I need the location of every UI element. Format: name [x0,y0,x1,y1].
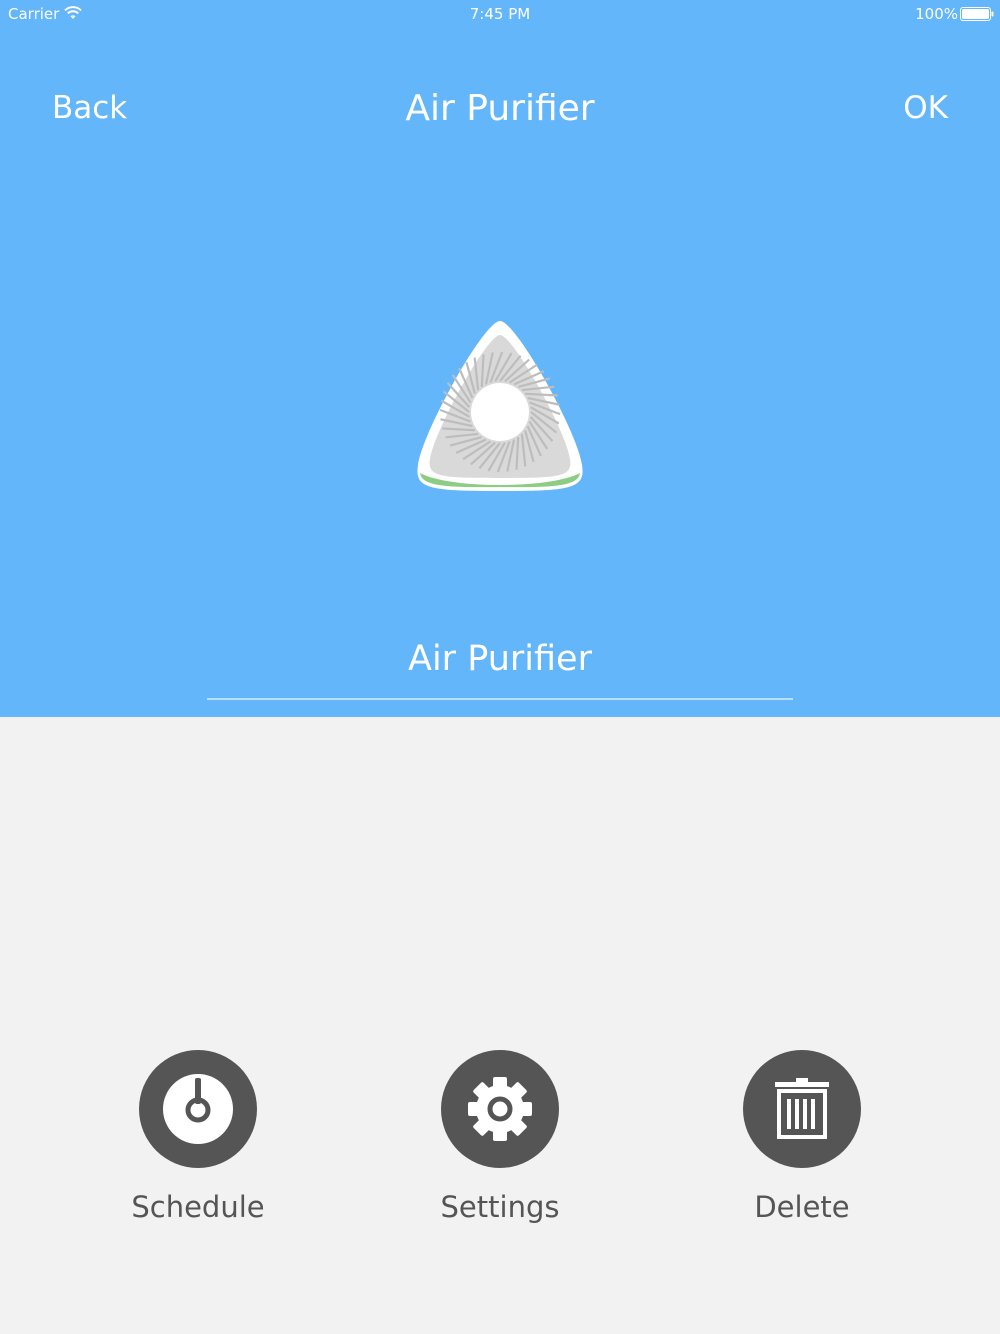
battery-percentage: 100% [915,5,958,23]
schedule-icon [163,1074,233,1144]
ok-button[interactable]: OK [903,90,948,126]
delete-button[interactable]: Delete [702,1050,902,1224]
settings-button[interactable]: Settings [400,1050,600,1224]
page-title: Air Purifier [405,88,595,129]
settings-label: Settings [440,1190,560,1224]
gear-icon [468,1077,532,1141]
delete-label: Delete [754,1190,850,1224]
trash-icon [775,1078,829,1139]
status-bar: Carrier 7:45 PM 100% [0,0,1000,28]
delete-button-circle[interactable] [743,1050,861,1168]
air-purifier-icon [417,321,583,491]
schedule-label: Schedule [131,1190,265,1224]
settings-button-circle[interactable] [441,1050,559,1168]
battery-icon [960,7,994,21]
schedule-button[interactable]: Schedule [98,1050,298,1224]
header-panel: Carrier 7:45 PM 100% Back Air Purifier O… [0,0,1000,717]
status-time: 7:45 PM [469,5,531,23]
schedule-button-circle[interactable] [139,1050,257,1168]
device-name-input[interactable] [207,620,793,700]
